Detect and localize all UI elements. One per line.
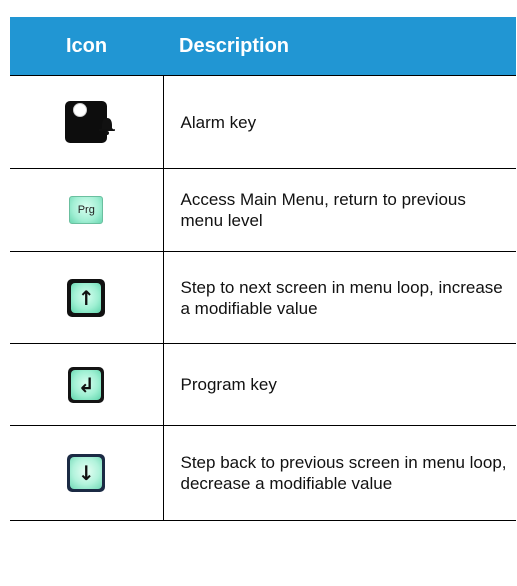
key-description-table: Icon Description Alarm key Prg Access Ma… — [10, 17, 516, 521]
alarm-bell-icon — [99, 118, 116, 135]
alarm-led-icon — [73, 103, 88, 117]
description-cell: Access Main Menu, return to previous men… — [163, 168, 516, 252]
table-row: ↲ Program key — [10, 343, 516, 426]
alarm-key-icon — [65, 101, 116, 143]
table-row: Prg Access Main Menu, return to previous… — [10, 168, 516, 252]
icon-cell: ↓ — [10, 425, 164, 521]
down-key-icon: ↓ — [67, 454, 106, 492]
up-key-icon: ↑ — [67, 278, 106, 317]
down-arrow-icon: ↓ — [77, 461, 95, 485]
description-cell: Program key — [163, 343, 516, 426]
header-icon: Icon — [10, 17, 163, 76]
prg-key-icon: Prg — [69, 196, 104, 224]
table-row: ↑ Step to next screen in menu loop, incr… — [10, 251, 516, 344]
icon-cell: ↑ — [10, 251, 164, 344]
up-arrow-icon: ↑ — [77, 285, 95, 310]
description-cell: Step to next screen in menu loop, increa… — [163, 251, 516, 344]
description-cell: Alarm key — [163, 75, 516, 169]
table-row: Alarm key — [10, 75, 516, 169]
program-key-icon: ↲ — [68, 366, 105, 403]
header-description: Description — [163, 17, 516, 76]
icon-cell — [10, 75, 164, 169]
icon-cell: Prg — [10, 168, 164, 252]
description-cell: Step back to previous screen in menu loo… — [163, 425, 516, 521]
enter-return-icon: ↲ — [77, 372, 95, 397]
table-row: ↓ Step back to previous screen in menu l… — [10, 425, 516, 521]
table-header-row: Icon Description — [10, 17, 516, 76]
icon-cell: ↲ — [10, 343, 164, 426]
